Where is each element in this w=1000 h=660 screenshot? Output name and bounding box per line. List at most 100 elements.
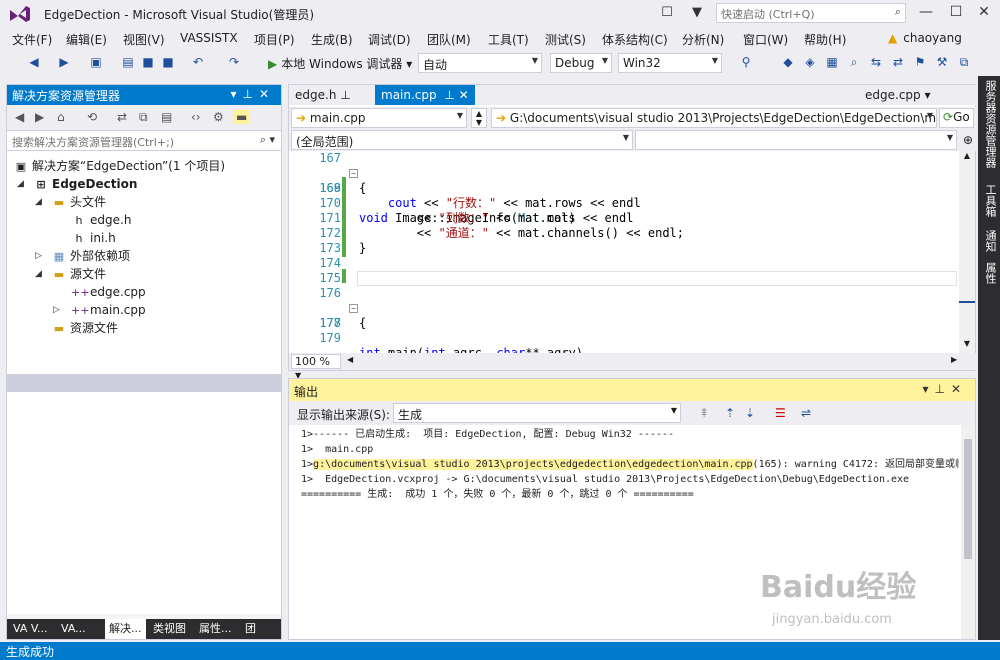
go-button[interactable]: ⟳Go xyxy=(939,108,974,128)
toolbar-icon-3[interactable]: ▦ xyxy=(824,54,840,70)
user-account[interactable]: ▲ chaoyang xyxy=(888,31,962,45)
clear-all-icon[interactable]: ☰ xyxy=(775,406,786,420)
sync-icon[interactable]: ⇄ xyxy=(117,110,127,124)
code-text-area[interactable]: 167 168 − void Image::imageInfo(Mat mat)… xyxy=(289,151,959,353)
tree-item-main-cpp[interactable]: ++main.cpp xyxy=(71,301,146,319)
tree-item-source-files[interactable]: ▬ 源文件 xyxy=(51,265,106,283)
scroll-left-icon[interactable]: ◀ xyxy=(347,355,353,364)
history-icon[interactable]: ⟲ xyxy=(87,110,97,124)
menu-tools[interactable]: 工具(T) xyxy=(488,31,529,48)
tree-item-external-deps[interactable]: ▦ 外部依赖项 xyxy=(51,247,130,265)
tab-edge-cpp[interactable]: edge.cpp ▾ xyxy=(859,85,937,105)
close-icon[interactable]: ✕ xyxy=(951,382,967,396)
tree-item-project[interactable]: ⊞ EdgeDection xyxy=(33,175,137,193)
preview-icon[interactable]: ▬ xyxy=(233,110,251,124)
menu-help[interactable]: 帮助(H) xyxy=(804,31,846,48)
prev-message-icon[interactable]: ⇡ xyxy=(725,406,735,420)
save-all-icon[interactable]: ■ xyxy=(160,54,176,70)
tree-item-ini-h[interactable]: h ini.h xyxy=(71,229,116,247)
forward-icon[interactable]: ▶ xyxy=(56,54,72,70)
tab-va-view[interactable]: VA V... xyxy=(9,619,51,639)
expand-arrow-icon[interactable]: ◢ xyxy=(35,197,42,207)
tab-edge-h[interactable]: edge.h ⊥ xyxy=(289,85,357,105)
expand-arrow-icon[interactable]: ◢ xyxy=(17,179,24,189)
collapsed-arrow-icon[interactable]: ▷ xyxy=(53,305,60,315)
collapse-icon[interactable]: − xyxy=(349,169,358,178)
platform-combo[interactable]: Win32 ▼ xyxy=(618,53,722,73)
collapsed-arrow-icon[interactable]: ▷ xyxy=(35,251,42,261)
menu-team[interactable]: 团队(M) xyxy=(427,31,471,48)
menu-architecture[interactable]: 体系结构(C) xyxy=(602,31,668,48)
toolbox-tab[interactable]: 工具箱 xyxy=(982,184,998,217)
back-icon[interactable]: ◀ xyxy=(15,110,24,124)
close-icon[interactable]: ✕ xyxy=(459,88,469,102)
find-message-icon[interactable]: ⇞ xyxy=(699,406,709,420)
toolbar-icon-4[interactable]: ⌕ xyxy=(846,54,862,70)
file-combo[interactable]: ➔ main.cpp ▼ xyxy=(291,108,467,128)
output-source-combo[interactable]: 生成 ▼ xyxy=(393,403,681,423)
tab-va-outline[interactable]: VA... xyxy=(57,619,90,639)
editor-vertical-scrollbar[interactable]: ▲ ▼ xyxy=(959,151,975,353)
zoom-combo[interactable]: 100 % ▼ xyxy=(291,354,341,380)
filter-icon[interactable]: ▼ xyxy=(688,4,706,22)
menu-edit[interactable]: 编辑(E) xyxy=(66,31,107,48)
tree-item-edge-h[interactable]: h edge.h xyxy=(71,211,132,229)
redo-icon[interactable]: ↷ xyxy=(226,54,242,70)
word-wrap-icon[interactable]: ⇌ xyxy=(801,406,811,420)
tree-item-edge-cpp[interactable]: ++edge.cpp xyxy=(71,283,146,301)
tree-item-resource-files[interactable]: ▬ 资源文件 xyxy=(51,319,118,337)
view-code-icon[interactable]: ‹› xyxy=(191,110,201,124)
menu-view[interactable]: 视图(V) xyxy=(123,31,165,48)
collapse-icon[interactable]: − xyxy=(349,304,358,313)
toolbar-icon-1[interactable]: ◆ xyxy=(780,54,796,70)
tab-main-cpp[interactable]: main.cpp ⊥ ✕ xyxy=(375,85,475,105)
toolbar-icon-5[interactable]: ⇆ xyxy=(868,54,884,70)
dropdown-icon[interactable]: ▾ xyxy=(230,87,242,101)
menu-project[interactable]: 项目(P) xyxy=(254,31,295,48)
menu-window[interactable]: 窗口(W) xyxy=(743,31,788,48)
tab-team-explorer[interactable]: 团队... xyxy=(241,619,281,655)
toolbar-icon-6[interactable]: ⇄ xyxy=(890,54,906,70)
quick-launch-input[interactable]: 快速启动 (Ctrl+Q) ⌕ xyxy=(716,3,906,23)
save-icon[interactable]: ■ xyxy=(140,54,156,70)
back-icon[interactable]: ◀ xyxy=(26,54,42,70)
find-icon[interactable]: ⚲ xyxy=(738,54,754,70)
dropdown-icon[interactable]: ▾ xyxy=(922,382,934,396)
menu-build[interactable]: 生成(B) xyxy=(311,31,353,48)
toolbar-icon-9[interactable]: ⧉ xyxy=(956,54,972,70)
menu-debug[interactable]: 调试(D) xyxy=(368,31,411,48)
config-combo[interactable]: Debug ▼ xyxy=(550,53,612,73)
scroll-up-icon[interactable]: ▲ xyxy=(960,151,974,163)
tree-item-solution[interactable]: ▣ 解决方案“EdgeDection”(1 个项目) xyxy=(13,157,225,175)
scroll-right-icon[interactable]: ▶ xyxy=(951,355,957,364)
menu-file[interactable]: 文件(F) xyxy=(12,31,52,48)
server-explorer-tab[interactable]: 服务器资源管理器 xyxy=(982,80,998,168)
new-project-icon[interactable]: ▣ xyxy=(88,54,104,70)
feedback-icon[interactable]: ☐ xyxy=(658,4,676,22)
toolbar-icon-8[interactable]: ⚒ xyxy=(934,54,950,70)
menu-vassistx[interactable]: VASSISTX xyxy=(180,31,238,45)
close-button[interactable]: ✕ xyxy=(970,2,998,24)
minimize-button[interactable]: — xyxy=(912,2,940,24)
next-message-icon[interactable]: ⇣ xyxy=(745,406,755,420)
home-icon[interactable]: ⌂ xyxy=(57,110,65,124)
split-window-icon[interactable]: ⊕ xyxy=(963,133,973,147)
maximize-button[interactable]: ☐ xyxy=(942,2,970,24)
show-all-files-icon[interactable]: ▤ xyxy=(161,110,172,124)
tree-item-header-files[interactable]: ▬ 头文件 xyxy=(51,193,106,211)
pin-icon[interactable]: ⊥ xyxy=(340,88,350,102)
split-arrows[interactable]: ▲ ▼ xyxy=(471,108,487,128)
toolbar-icon-7[interactable]: ⚑ xyxy=(912,54,928,70)
notifications-tab[interactable]: 通知 xyxy=(982,230,998,252)
undo-icon[interactable]: ↶ xyxy=(190,54,206,70)
menu-test[interactable]: 测试(S) xyxy=(545,31,586,48)
scroll-down-icon[interactable]: ▼ xyxy=(960,339,974,351)
expand-arrow-icon[interactable]: ◢ xyxy=(35,269,42,279)
properties-tab[interactable]: 属性 xyxy=(982,262,998,284)
tab-class-view[interactable]: 类视图 xyxy=(149,619,190,639)
menu-analyze[interactable]: 分析(N) xyxy=(682,31,724,48)
scroll-thumb[interactable] xyxy=(964,439,972,559)
collapse-all-icon[interactable]: ⧉ xyxy=(139,110,148,125)
pin-icon[interactable]: ⊥ xyxy=(934,382,950,396)
pin-icon[interactable]: ⊥ xyxy=(444,88,454,102)
